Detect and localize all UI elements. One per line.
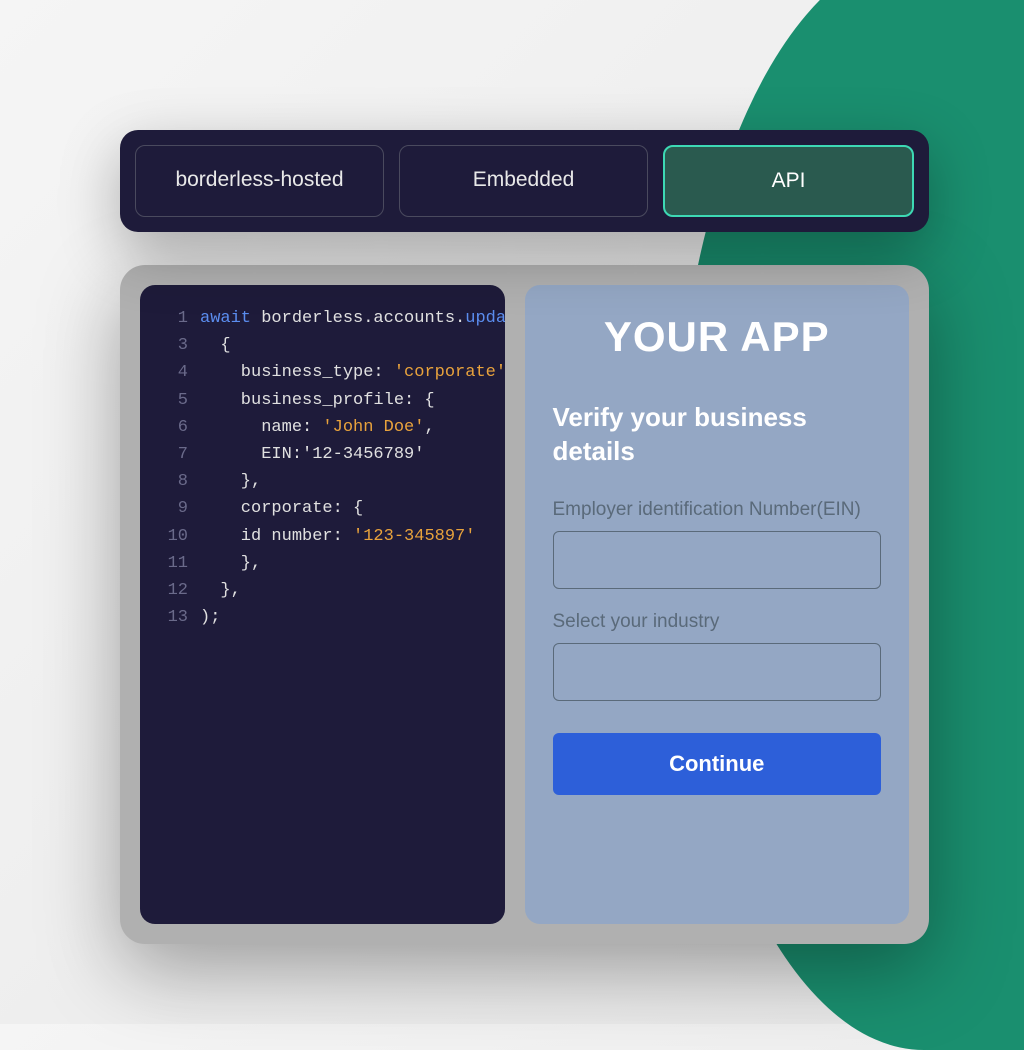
code-line: 13);: [158, 604, 487, 631]
code-line: 6 name: 'John Doe',: [158, 414, 487, 441]
line-number: 4: [158, 359, 188, 386]
line-number: 12: [158, 577, 188, 604]
ein-input[interactable]: [553, 531, 882, 589]
code-content: business_type: 'corporate': [200, 359, 505, 386]
code-line: 12 },: [158, 577, 487, 604]
tab-embedded[interactable]: Embedded: [399, 145, 648, 217]
line-number: 13: [158, 604, 188, 631]
code-content: },: [200, 468, 261, 495]
code-line: 11 },: [158, 550, 487, 577]
code-line: 10 id number: '123-345897': [158, 523, 487, 550]
line-number: 9: [158, 495, 188, 522]
main-card: 1await borderless.accounts.update(3 {4 b…: [120, 265, 929, 944]
code-panel: 1await borderless.accounts.update(3 {4 b…: [140, 285, 505, 924]
code-content: name: 'John Doe',: [200, 414, 435, 441]
form-panel: YOUR APP Verify your business details Em…: [525, 285, 910, 924]
code-line: 8 },: [158, 468, 487, 495]
line-number: 6: [158, 414, 188, 441]
code-line: 4 business_type: 'corporate': [158, 359, 487, 386]
tab-api[interactable]: API: [663, 145, 914, 217]
continue-button[interactable]: Continue: [553, 733, 882, 795]
code-content: },: [200, 550, 261, 577]
code-content: id number: '123-345897': [200, 523, 475, 550]
form-heading: Verify your business details: [553, 401, 882, 469]
code-content: corporate: {: [200, 495, 363, 522]
code-line: 1await borderless.accounts.update(: [158, 305, 487, 332]
code-content: },: [200, 577, 241, 604]
industry-input[interactable]: [553, 643, 882, 701]
industry-label: Select your industry: [553, 611, 882, 633]
line-number: 8: [158, 468, 188, 495]
code-content: await borderless.accounts.update(: [200, 305, 505, 332]
app-title: YOUR APP: [553, 313, 882, 361]
line-number: 11: [158, 550, 188, 577]
code-content: {: [200, 332, 231, 359]
code-content: EIN:'12-3456789': [200, 441, 424, 468]
code-line: 5 business_profile: {: [158, 387, 487, 414]
code-line: 7 EIN:'12-3456789': [158, 441, 487, 468]
tab-bar: borderless-hosted Embedded API: [120, 130, 929, 232]
line-number: 1: [158, 305, 188, 332]
line-number: 3: [158, 332, 188, 359]
line-number: 10: [158, 523, 188, 550]
code-line: 3 {: [158, 332, 487, 359]
line-number: 5: [158, 387, 188, 414]
code-content: );: [200, 604, 220, 631]
line-number: 7: [158, 441, 188, 468]
tab-borderless-hosted[interactable]: borderless-hosted: [135, 145, 384, 217]
code-line: 9 corporate: {: [158, 495, 487, 522]
ein-label: Employer identification Number(EIN): [553, 499, 882, 521]
code-content: business_profile: {: [200, 387, 435, 414]
